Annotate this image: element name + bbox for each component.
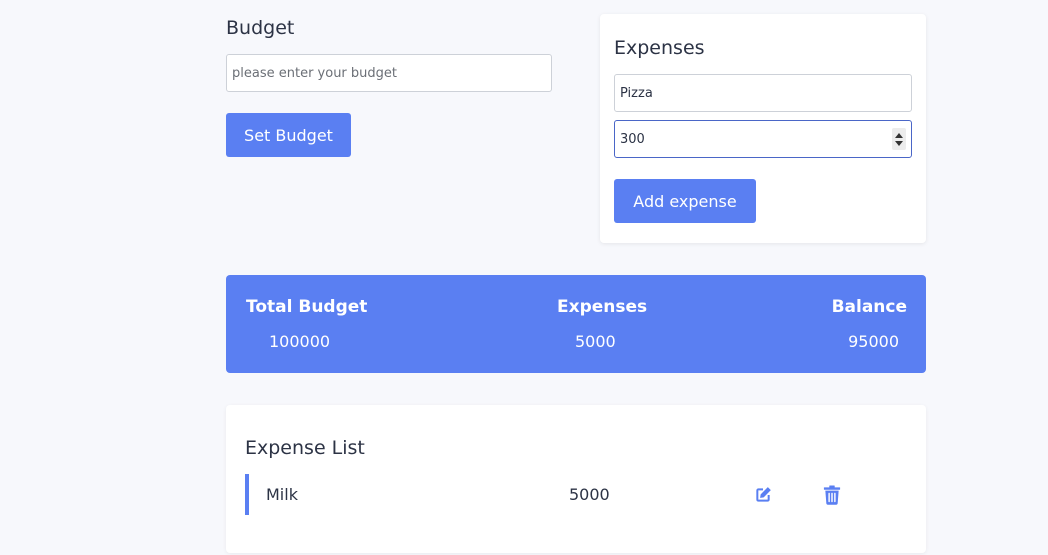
set-budget-button[interactable]: Set Budget [226,113,351,157]
list-item-accent-bar [245,474,249,515]
total-budget-value: 100000 [269,332,331,351]
expense-name-value: Pizza [620,85,653,101]
expense-amount-value: 300 [620,131,645,147]
expense-name-input[interactable]: Pizza [614,74,912,112]
expenses-total-label: Expenses [557,297,648,317]
total-budget-label: Total Budget [246,297,368,317]
expenses-total-value: 5000 [575,332,616,351]
spinner-up-icon[interactable] [895,132,903,138]
add-expense-button[interactable]: Add expense [614,179,756,223]
expense-form-card: Expenses Pizza 300 Add expense [600,14,926,243]
edit-button[interactable] [752,484,774,506]
balance-value: 95000 [848,332,899,351]
expense-item-name: Milk [266,485,298,504]
balance-label: Balance [831,297,907,317]
edit-icon [756,487,771,502]
delete-button[interactable] [821,484,843,506]
expense-list-heading: Expense List [245,437,365,459]
expense-item-amount: 5000 [569,485,610,504]
budget-heading: Budget [226,17,295,39]
expense-list-card: Expense List Milk 5000 [226,405,926,553]
list-item: Milk 5000 [245,474,905,515]
trash-icon [823,485,841,505]
number-spinner[interactable] [892,128,906,150]
summary-banner: Total Budget 100000 Expenses 5000 Balanc… [226,275,926,373]
expense-amount-input[interactable]: 300 [614,120,912,158]
expense-form-heading: Expenses [614,37,705,59]
budget-input[interactable] [226,54,552,92]
budget-app: Budget Set Budget Expenses Pizza 300 Add… [0,0,1048,555]
spinner-down-icon[interactable] [895,140,903,146]
